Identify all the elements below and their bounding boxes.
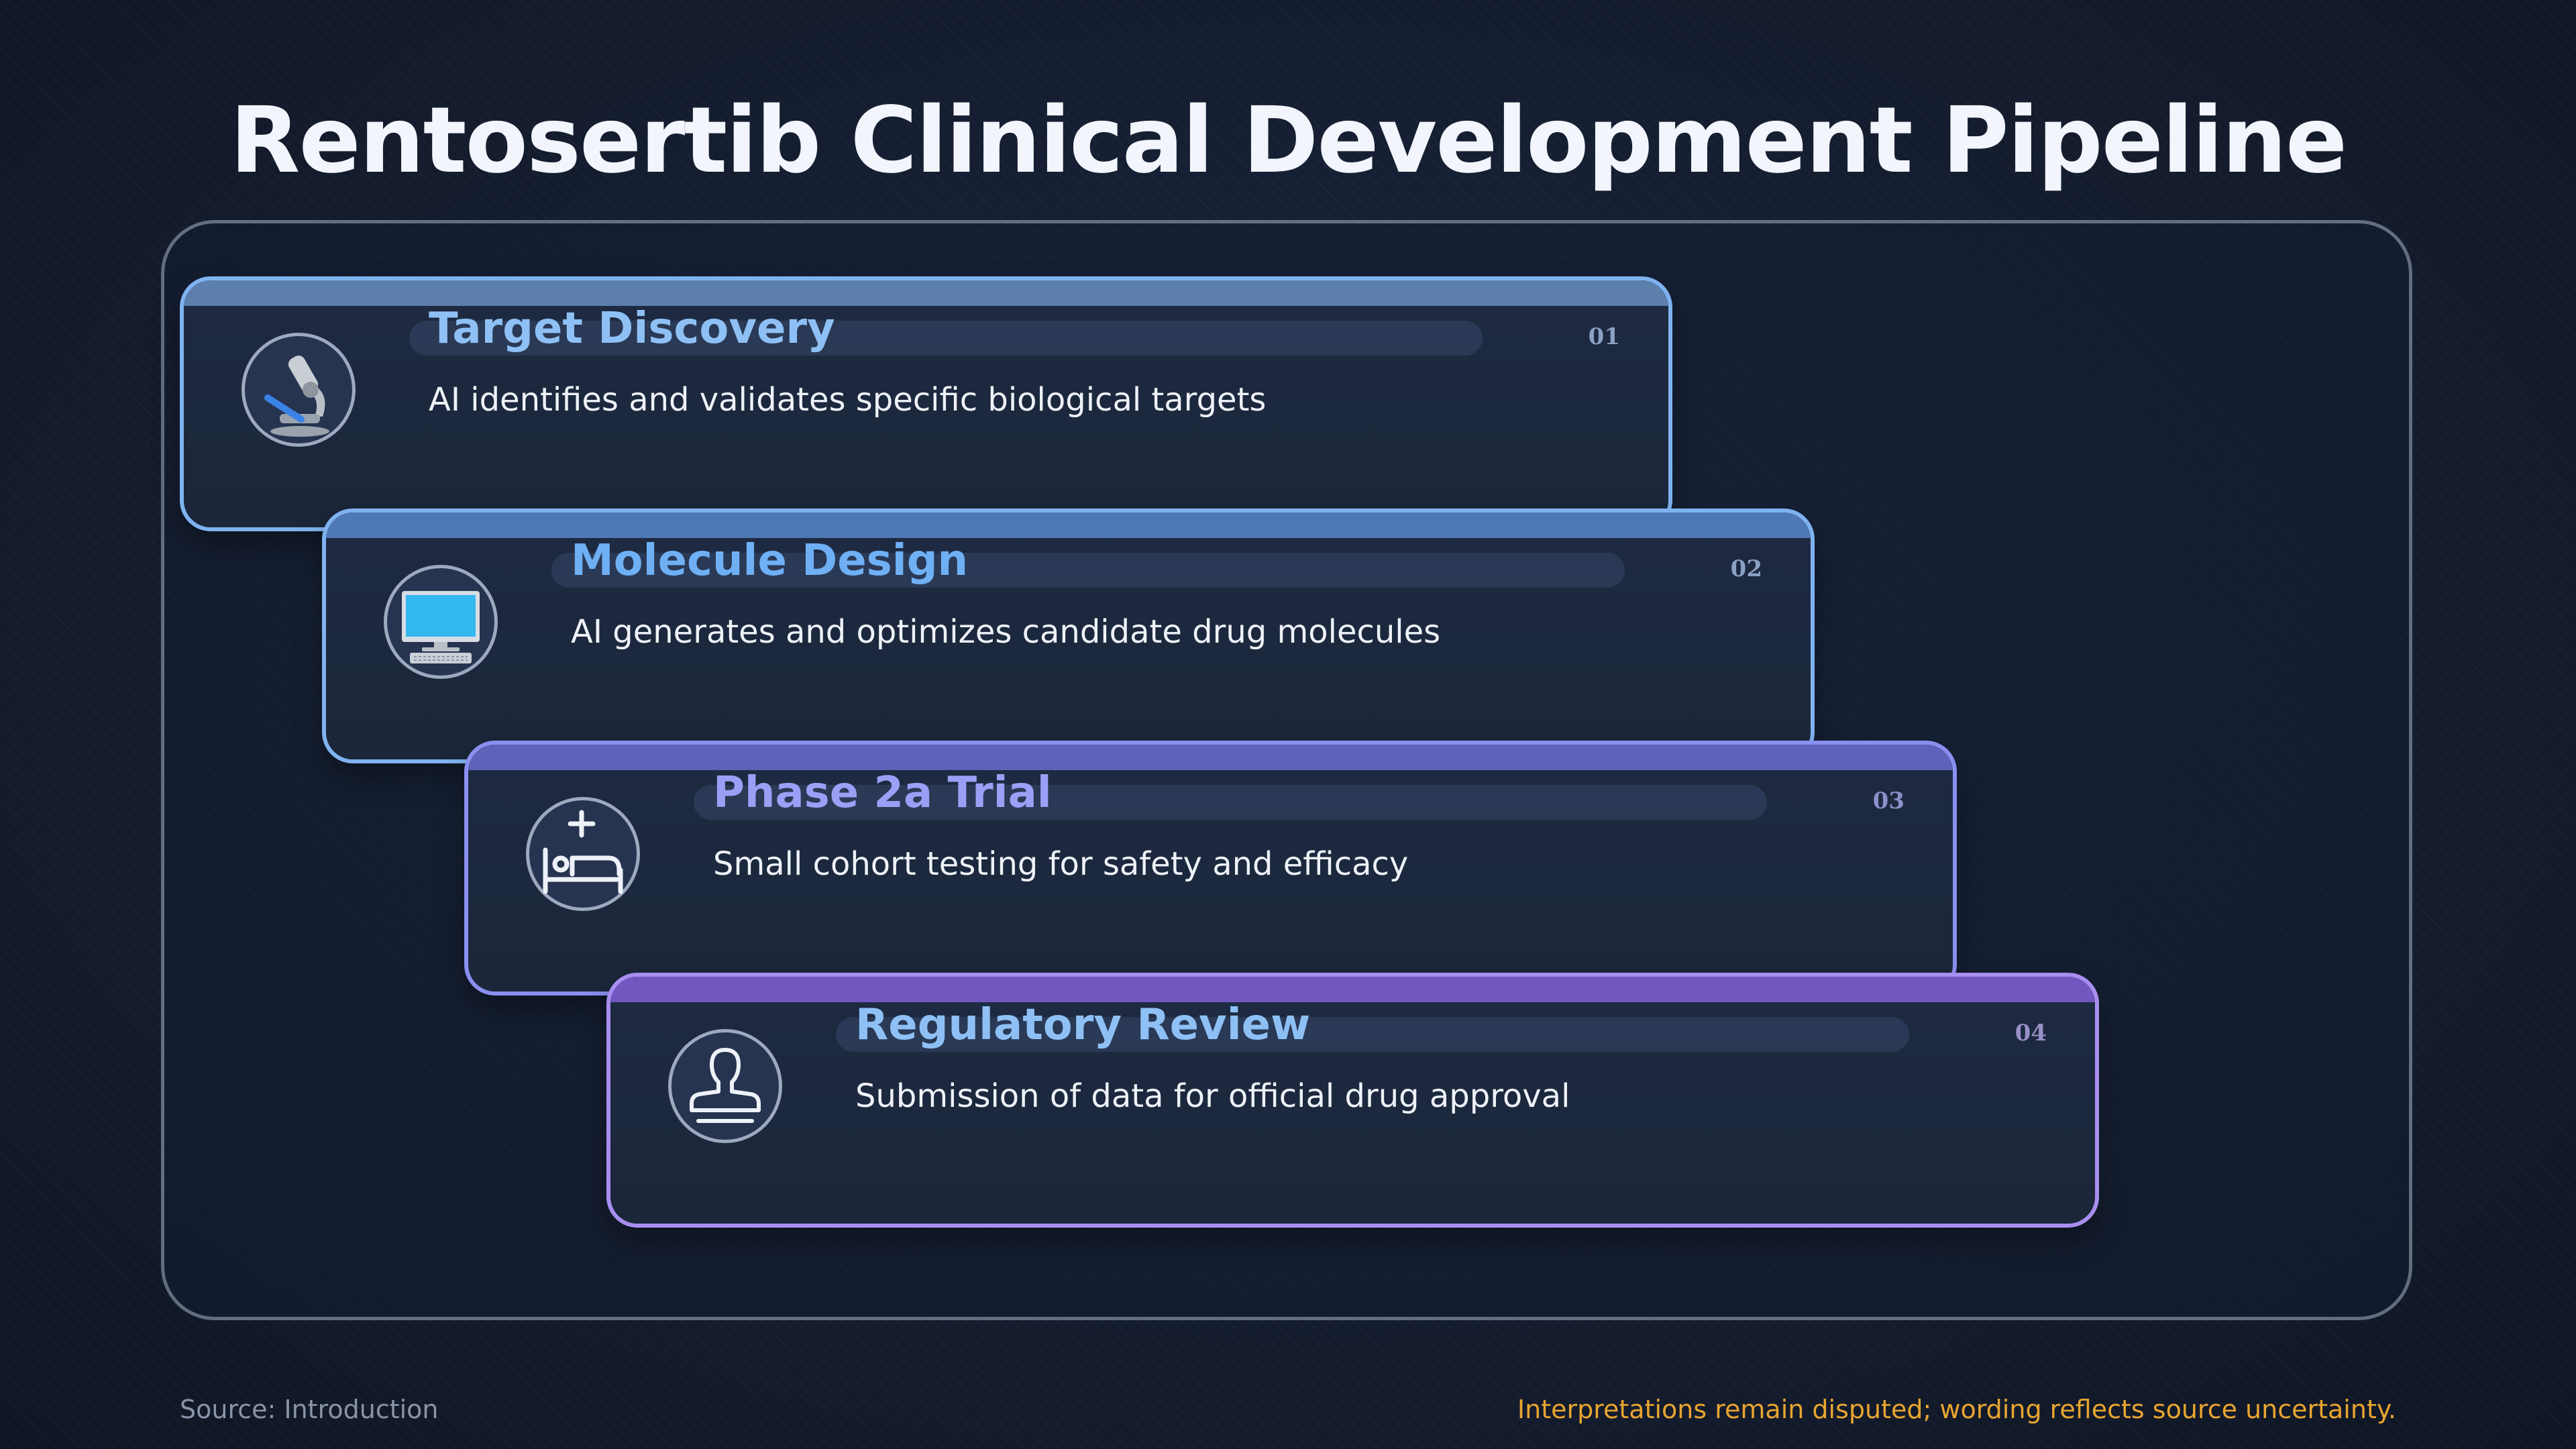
- step-icon-badge: [384, 565, 498, 679]
- step-title: Regulatory Review: [855, 1000, 1311, 1050]
- card-top-strip: [326, 513, 1811, 538]
- step-number: 03: [1872, 788, 1904, 814]
- step-title: Molecule Design: [571, 536, 969, 586]
- step-card-molecule-design: Molecule Design AI generates and optimiz…: [322, 508, 1815, 763]
- step-number: 04: [2015, 1020, 2047, 1046]
- step-icon-badge: [668, 1029, 782, 1143]
- card-top-strip: [468, 745, 1953, 770]
- step-number: 01: [1588, 323, 1620, 350]
- step-number: 02: [1730, 555, 1762, 582]
- step-card-phase-2a-trial: Phase 2a Trial Small cohort testing for …: [464, 741, 1957, 996]
- step-description: Submission of data for official drug app…: [855, 1077, 1570, 1115]
- step-description: Small cohort testing for safety and effi…: [713, 845, 1409, 883]
- step-description: AI identifies and validates specific bio…: [429, 381, 1267, 419]
- page-title: Rentosertib Clinical Development Pipelin…: [229, 88, 2347, 194]
- microscope-icon: [264, 356, 329, 437]
- step-title: Target Discovery: [429, 304, 835, 354]
- computer-icon: [402, 591, 480, 663]
- step-icon-badge: [526, 797, 640, 911]
- hospital-bed-icon: [543, 810, 623, 894]
- step-icon-badge: [241, 333, 356, 447]
- source-citation: Source: Introduction: [180, 1395, 439, 1424]
- step-card-regulatory-review: Regulatory Review Submission of data for…: [606, 973, 2099, 1228]
- step-description: AI generates and optimizes candidate dru…: [571, 613, 1441, 651]
- disclaimer-note: Interpretations remain disputed; wording…: [1517, 1395, 2396, 1424]
- card-top-strip: [184, 280, 1668, 306]
- stamp-icon: [690, 1048, 761, 1123]
- step-title: Phase 2a Trial: [713, 768, 1052, 818]
- card-top-strip: [610, 977, 2095, 1002]
- step-card-target-discovery: Target Discovery AI identifies and valid…: [180, 276, 1672, 531]
